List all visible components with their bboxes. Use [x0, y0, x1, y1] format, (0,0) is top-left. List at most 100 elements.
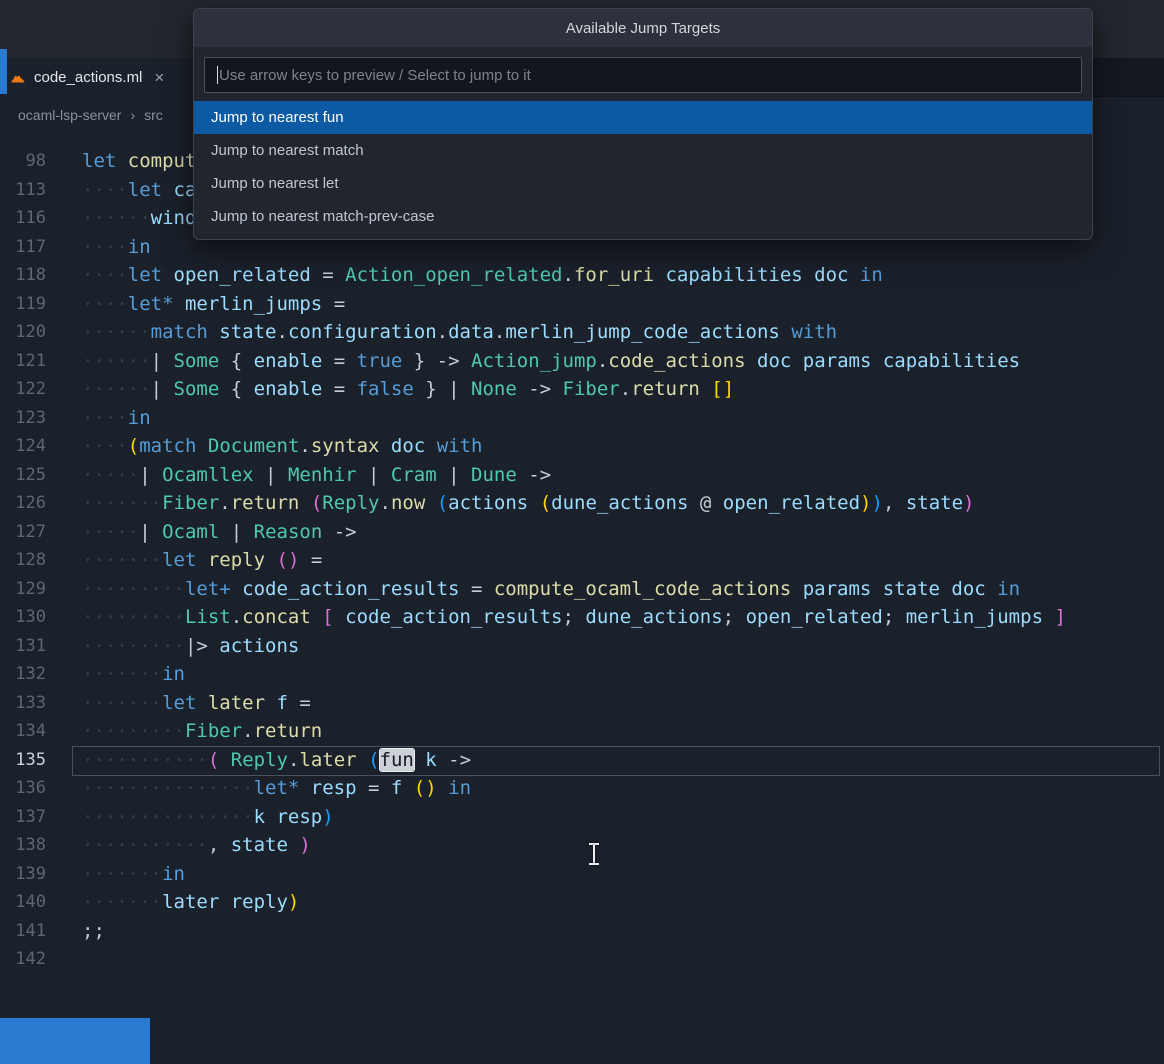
quick-pick-list: Jump to nearest funJump to nearest match… [194, 101, 1092, 233]
code-token: let [162, 692, 196, 714]
code-token: Fiber [185, 720, 242, 742]
code-line[interactable]: 124····(match Document.syntax doc with [0, 432, 1164, 461]
code-line[interactable]: 137···············k resp) [0, 803, 1164, 832]
code-token: concat [242, 606, 311, 628]
code-token: later reply [162, 891, 288, 913]
whitespace-dots: ··········· [82, 749, 208, 771]
code-line[interactable]: 130·········List.concat [ code_action_re… [0, 603, 1164, 632]
line-number[interactable]: 125 [0, 461, 46, 490]
code-line[interactable]: 141;; [0, 917, 1164, 946]
line-number[interactable]: 134 [0, 717, 46, 746]
line-number[interactable]: 116 [0, 204, 46, 233]
code-line[interactable]: 135 ···········( Reply.later (fun k -> [0, 746, 1164, 775]
code-line[interactable]: 136···············let* resp = f () in [0, 774, 1164, 803]
line-number[interactable]: 129 [0, 575, 46, 604]
code-token: . [597, 350, 608, 372]
line-number[interactable]: 121 [0, 347, 46, 376]
code-text: ······| Some { enable = true } -> Action… [82, 347, 1020, 376]
code-text: ···········( Reply.later (fun k -> [82, 746, 471, 775]
line-number[interactable]: 138 [0, 831, 46, 860]
line-number[interactable]: 137 [0, 803, 46, 832]
code-token: ( [208, 749, 219, 771]
code-line[interactable]: 139 ·······in [0, 860, 1164, 889]
whitespace-dots: ····· [82, 464, 139, 486]
quick-pick-dialog: Available Jump Targets Jump to nearest f… [193, 8, 1093, 240]
line-number[interactable]: 117 [0, 233, 46, 262]
line-number[interactable]: 126 [0, 489, 46, 518]
quick-pick-item[interactable]: Jump to nearest fun [194, 101, 1092, 134]
tab-code-actions[interactable]: code_actions.ml × [0, 58, 205, 97]
ocaml-file-icon [10, 70, 26, 86]
line-number[interactable]: 113 [0, 176, 46, 205]
code-token: match [151, 321, 208, 343]
code-token: ) [299, 834, 310, 856]
code-line[interactable]: 123····in [0, 404, 1164, 433]
code-token: configuration [288, 321, 437, 343]
code-line[interactable]: 127·····| Ocaml | Reason -> [0, 518, 1164, 547]
line-number[interactable]: 122 [0, 375, 46, 404]
quick-pick-item[interactable]: Jump to nearest let [194, 167, 1092, 200]
code-line[interactable]: 120······match state.configuration.data.… [0, 318, 1164, 347]
code-line[interactable]: 122······| Some { enable = false } | Non… [0, 375, 1164, 404]
code-token: |> [185, 635, 219, 657]
code-token: doc [379, 435, 436, 457]
whitespace-dots: ······· [82, 663, 162, 685]
code-token: , [208, 834, 231, 856]
line-number[interactable]: 142 [0, 945, 46, 974]
code-line[interactable]: 142 [0, 945, 1164, 974]
code-token: now [391, 492, 425, 514]
line-number[interactable]: 132 [0, 660, 46, 689]
line-number[interactable]: 123 [0, 404, 46, 433]
line-number[interactable]: 124 [0, 432, 46, 461]
quick-pick-input[interactable] [204, 57, 1082, 93]
line-number[interactable]: 98 [0, 147, 46, 176]
code-token: ;; [82, 920, 105, 942]
tab-close-icon[interactable]: × [154, 68, 164, 88]
code-line[interactable]: 119····let* merlin_jumps = [0, 290, 1164, 319]
code-token: data [448, 321, 494, 343]
line-number[interactable]: 120 [0, 318, 46, 347]
line-number[interactable]: 131 [0, 632, 46, 661]
code-token [425, 492, 436, 514]
whitespace-dots: ··············· [82, 777, 254, 799]
code-token: ) [872, 492, 883, 514]
quick-pick-item[interactable]: Jump to nearest match-prev-case [194, 200, 1092, 233]
code-line[interactable]: 128·······let reply () = [0, 546, 1164, 575]
code-line[interactable]: 125 ·····| Ocamllex | Menhir | Cram | Dun… [0, 461, 1164, 490]
breadcrumb-item-project[interactable]: ocaml-lsp-server [18, 107, 121, 123]
line-number[interactable]: 136 [0, 774, 46, 803]
line-number[interactable]: 139 [0, 860, 46, 889]
code-line[interactable]: 121 ······| Some { enable = true } -> Act… [0, 347, 1164, 376]
code-token: ) [288, 891, 299, 913]
line-number[interactable]: 133 [0, 689, 46, 718]
code-line[interactable]: 140·······later reply) [0, 888, 1164, 917]
line-number[interactable]: 119 [0, 290, 46, 319]
line-number[interactable]: 127 [0, 518, 46, 547]
code-token: [ [322, 606, 333, 628]
line-number[interactable]: 140 [0, 888, 46, 917]
code-line[interactable]: 118····let open_related = Action_open_re… [0, 261, 1164, 290]
breadcrumb-item-src[interactable]: src [144, 107, 163, 123]
quick-pick-input-row [194, 47, 1092, 93]
code-line[interactable]: 131·········|> actions [0, 632, 1164, 661]
line-number[interactable]: 118 [0, 261, 46, 290]
quick-pick-item[interactable]: Jump to nearest match [194, 134, 1092, 167]
code-text: ·····| Ocamllex | Menhir | Cram | Dune -… [82, 461, 551, 490]
code-token: . [494, 321, 505, 343]
line-number[interactable]: 141 [0, 917, 46, 946]
code-token: ; [883, 606, 894, 628]
code-line[interactable]: 134·········Fiber.return [0, 717, 1164, 746]
code-line[interactable]: 138···········, state ) [0, 831, 1164, 860]
code-token: merlin_jump_code_actions [505, 321, 780, 343]
code-line[interactable]: 133·······let later f = [0, 689, 1164, 718]
line-number[interactable]: 135 [0, 746, 46, 775]
code-line[interactable]: 126·······Fiber.return (Reply.now (actio… [0, 489, 1164, 518]
line-number[interactable]: 130 [0, 603, 46, 632]
code-line[interactable]: 132·······in [0, 660, 1164, 689]
tab-label: code_actions.ml [34, 69, 142, 86]
code-text: ·······in [82, 860, 185, 889]
code-token: code_action_results [231, 578, 471, 600]
code-line[interactable]: 129·········let+ code_action_results = c… [0, 575, 1164, 604]
line-number[interactable]: 128 [0, 546, 46, 575]
code-token: } -> [402, 350, 471, 372]
